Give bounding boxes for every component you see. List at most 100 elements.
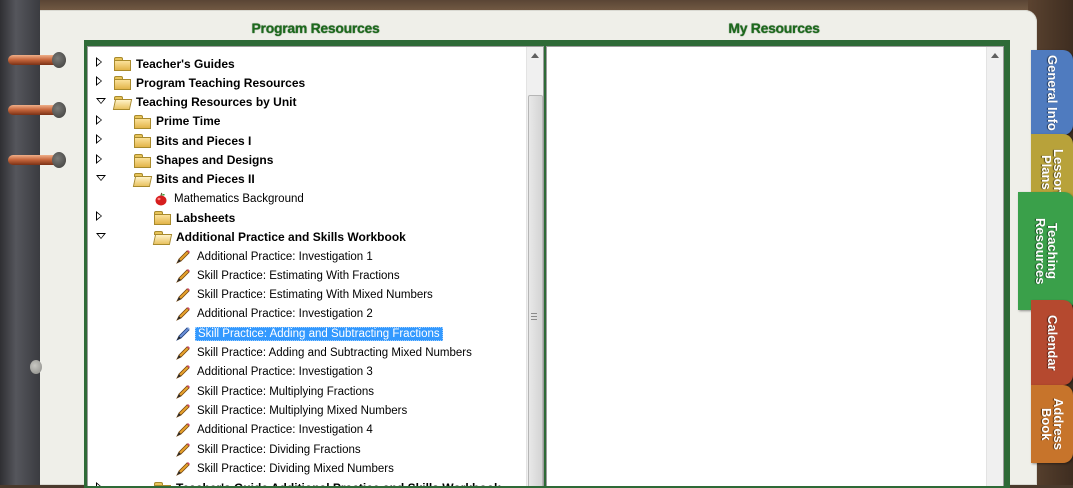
collapse-toggle-icon[interactable] [96,174,106,181]
pencil-icon [175,442,191,458]
tree-label: Additional Practice: Investigation 4 [197,424,373,437]
tree-label: Bits and Pieces I [156,133,252,148]
tree-label: Skill Practice: Estimating With Fraction… [197,269,400,282]
expand-toggle-icon[interactable] [96,76,102,87]
right-scrollbar[interactable] [986,47,1003,486]
tree-label: Bits and Pieces II [156,172,255,187]
tree-label: Additional Practice: Investigation 2 [197,308,373,321]
tree-label: Skill Practice: Adding and Subtracting M… [197,347,472,359]
tab-label: General Info [1045,54,1060,131]
expand-toggle-icon[interactable] [96,114,102,125]
tree-label: Mathematics Background [174,192,304,205]
program-resources-title: Program Resources [251,20,380,36]
tab-teaching-resources[interactable]: Teaching Resources [1018,192,1073,310]
tree-item-row[interactable]: Skill Practice: Estimating With Fraction… [175,266,400,285]
tree-label: Skill Practice: Multiplying Mixed Number… [197,404,408,417]
folder-icon [154,211,171,226]
tree-item-row[interactable]: Skill Practice: Dividing Mixed Numbers [175,459,394,478]
tree-item-row[interactable]: Skill Practice: Multiplying Mixed Number… [175,401,407,420]
left-scrollbar[interactable] [526,47,543,486]
tree-label: Program Teaching Resources [136,75,306,90]
tree-folder-row[interactable]: Bits and Pieces II [134,170,255,189]
tree-label: Skill Practice: Multiplying Fractions [197,385,375,398]
pencil-icon [175,306,191,322]
tree-label: Additional Practice and Skills Workbook [176,230,406,245]
pencil-icon [175,268,191,284]
tree-label: Additional Practice: Investigation 3 [197,366,373,379]
open-folder-icon [154,230,171,244]
binder-spine [0,0,40,485]
tree-folder-row[interactable]: Labsheets [154,208,235,227]
pencil-icon [175,422,191,438]
tree-item-row[interactable]: Mathematics Background [154,189,304,208]
expand-toggle-icon[interactable] [96,153,102,164]
binder-ring [0,102,70,118]
tree-item-row[interactable]: Additional Practice: Investigation 2 [175,305,373,324]
tree-label: Labsheets [176,210,236,225]
tree-folder-row[interactable]: Additional Practice and Skills Workbook [154,228,406,247]
tree-item-row[interactable]: Skill Practice: Adding and Subtracting M… [175,344,472,363]
collapse-toggle-icon[interactable] [96,232,106,239]
pencil-icon [175,461,191,477]
tree-folder-row[interactable]: Teaching Resources by Unit [114,93,296,112]
tree-label: Skill Practice: Dividing Mixed Numbers [197,462,394,475]
tree-label: Teacher's Guide Additional Practice and … [176,481,501,486]
expand-toggle-icon[interactable] [96,481,102,486]
binder-ring [0,52,70,68]
scroll-grip-icon [531,313,537,320]
my-resources-title: My Resources [728,20,820,36]
binder-hole [30,360,42,374]
collapse-toggle-icon[interactable] [96,97,106,104]
tree-folder-row[interactable]: Shapes and Designs [134,151,273,170]
binder-ring [0,152,70,168]
tree-item-row[interactable]: Skill Practice: Adding and Subtracting F… [175,324,443,343]
scroll-up-icon[interactable] [531,53,539,58]
tree-item-row[interactable]: Skill Practice: Estimating With Mixed Nu… [175,286,433,305]
tree-folder-row[interactable]: Program Teaching Resources [114,73,305,92]
tab-label: Calendar [1045,314,1060,371]
folder-icon [134,153,151,168]
program-resources-pane[interactable]: Teacher's Guides Program Teaching Resourc… [87,46,544,486]
pencil-icon [175,326,191,342]
tab-label: Address Book [1039,397,1066,451]
tree-item-row[interactable]: Additional Practice: Investigation 1 [175,247,373,266]
pencil-icon [175,249,191,265]
expand-toggle-icon[interactable] [96,211,102,222]
tree-label: Additional Practice: Investigation 1 [197,250,373,263]
tree-label: Shapes and Designs [156,153,274,167]
tree-folder-row[interactable]: Prime Time [134,112,220,131]
folder-icon [154,481,171,486]
folder-icon [134,114,151,129]
tree-folder-row[interactable]: Bits and Pieces I [134,131,251,150]
tree-item-row[interactable]: Additional Practice: Investigation 4 [175,421,373,440]
tab-label: Teaching Resources [1033,217,1060,285]
tree-label: Teaching Resources by Unit [136,95,297,110]
pencil-icon [175,287,191,303]
open-folder-icon [114,95,131,109]
pencil-icon [175,364,191,380]
scroll-up-icon[interactable] [991,53,999,58]
tree-label: Skill Practice: Dividing Fractions [197,443,361,456]
pencil-icon [175,384,191,400]
tab-calendar[interactable]: Calendar [1031,300,1073,385]
tree-label: Teacher's Guides [136,56,235,71]
tree-item-row[interactable]: Skill Practice: Multiplying Fractions [175,382,374,401]
tree-label: Prime Time [156,114,221,129]
open-folder-icon [134,172,151,186]
expand-toggle-icon[interactable] [96,134,102,145]
apple-icon [154,192,168,206]
tree-folder-row[interactable]: Teacher's Guides [114,54,235,73]
tree-item-row[interactable]: Skill Practice: Dividing Fractions [175,440,361,459]
my-resources-pane[interactable] [546,46,1004,486]
tab-address-book[interactable]: Address Book [1031,385,1073,463]
scroll-thumb[interactable] [528,95,543,486]
tree-label: Skill Practice: Adding and Subtracting F… [195,326,443,341]
pencil-icon [175,403,191,419]
folder-icon [114,57,131,71]
expand-toggle-icon[interactable] [96,57,102,67]
tree-item-row[interactable]: Additional Practice: Investigation 3 [175,363,373,382]
folder-icon [114,76,131,91]
tree-label: Skill Practice: Estimating With Mixed Nu… [197,289,433,302]
tab-general-info[interactable]: General Info [1031,50,1073,135]
pencil-icon [175,345,191,361]
